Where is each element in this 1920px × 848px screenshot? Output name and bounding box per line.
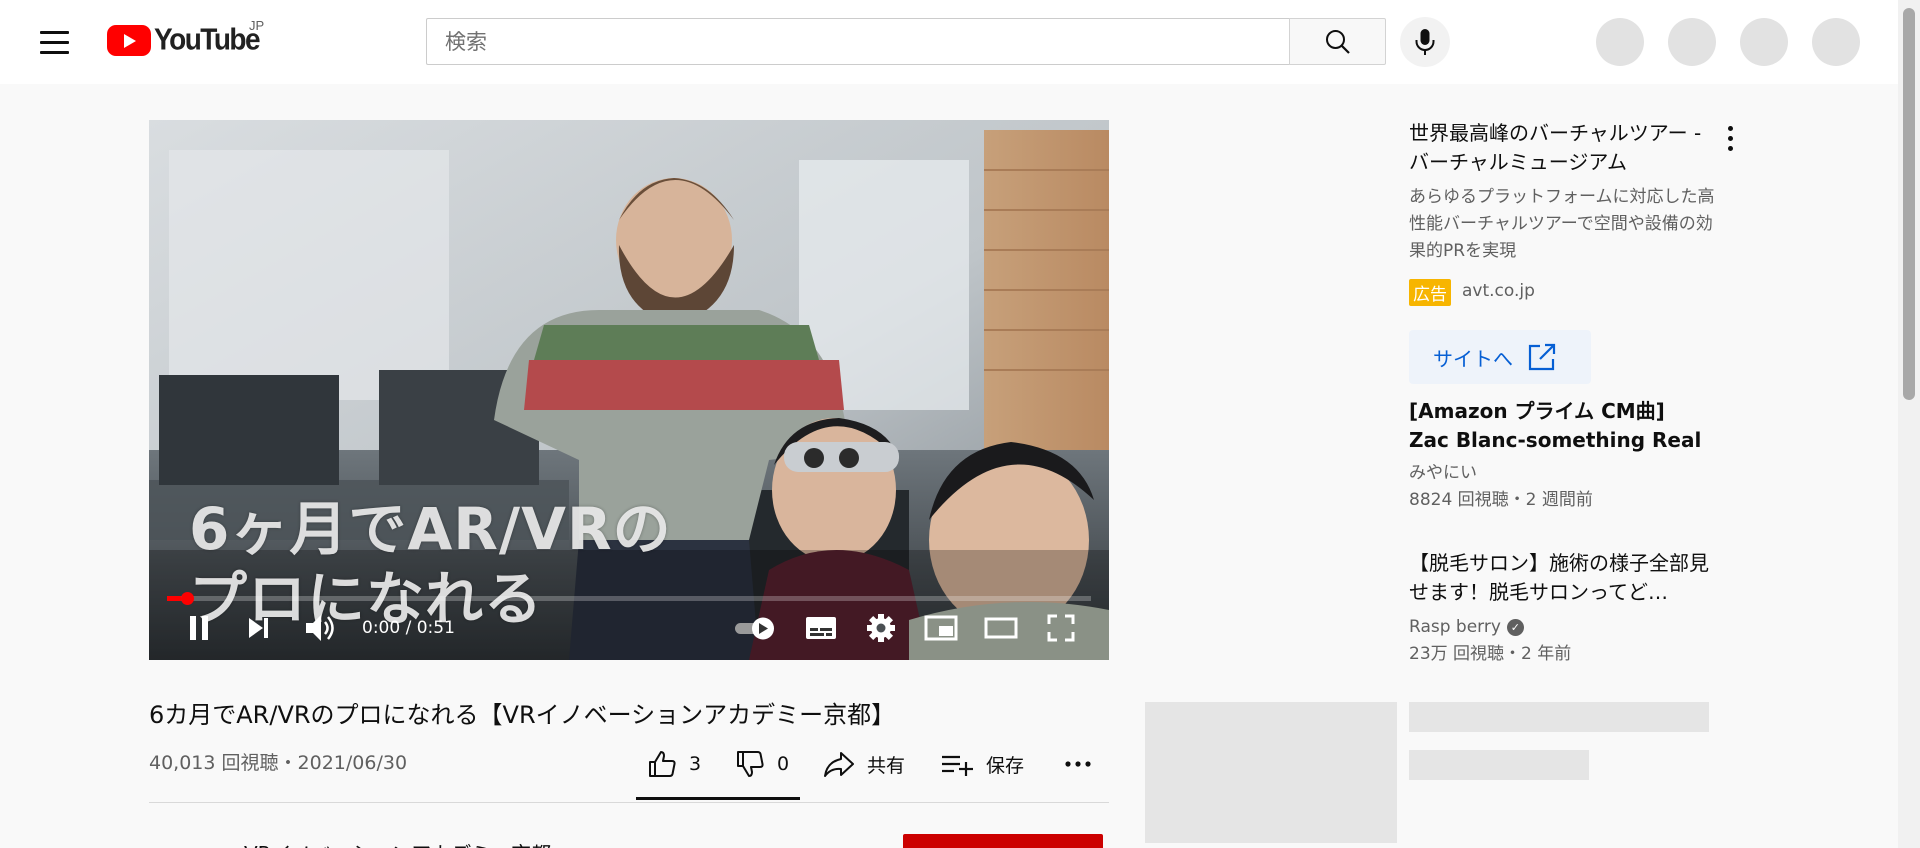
country-code: JP bbox=[249, 18, 265, 33]
settings-icon bbox=[867, 614, 895, 642]
video-player[interactable]: 6ヶ月でAR/VRの プロになれる 0:00 / 0:51 bbox=[149, 120, 1109, 660]
share-icon bbox=[824, 752, 854, 777]
dislike-count: 0 bbox=[777, 753, 790, 775]
title-skeleton bbox=[1409, 702, 1709, 732]
subtitles-button[interactable] bbox=[799, 606, 843, 650]
save-icon bbox=[942, 755, 973, 776]
progress-bar[interactable] bbox=[167, 592, 1091, 605]
dislike-button[interactable]: 0 bbox=[735, 744, 789, 784]
volume-icon bbox=[306, 615, 334, 641]
logo-text: YouTube bbox=[154, 22, 261, 57]
kebab-icon[interactable] bbox=[1718, 122, 1742, 154]
theater-mode-button[interactable] bbox=[979, 606, 1023, 650]
page-scrollbar[interactable] bbox=[1898, 0, 1920, 848]
header-action-placeholder[interactable] bbox=[1596, 18, 1644, 66]
like-sentiment-bar bbox=[636, 797, 800, 800]
fullscreen-icon bbox=[1047, 614, 1075, 642]
view-count-date: 40,013 回視聴・2021/06/30 bbox=[149, 752, 408, 774]
miniplayer-icon bbox=[924, 615, 958, 641]
autoplay-toggle[interactable] bbox=[731, 606, 779, 650]
save-label: 保存 bbox=[986, 754, 1025, 777]
search-input[interactable] bbox=[426, 18, 1290, 65]
header-action-placeholder[interactable] bbox=[1740, 18, 1788, 66]
thumbnail-skeleton bbox=[1145, 702, 1397, 843]
time-display: 0:00 / 0:51 bbox=[362, 618, 455, 638]
share-label: 共有 bbox=[867, 754, 906, 777]
more-icon bbox=[1065, 761, 1091, 767]
like-icon bbox=[649, 751, 676, 777]
visit-site-label: サイトへ bbox=[1433, 346, 1513, 371]
next-icon bbox=[249, 618, 268, 638]
youtube-logo[interactable]: YouTube bbox=[107, 22, 261, 57]
related-video-meta: 8824 回視聴・2 週間前 bbox=[1409, 490, 1593, 510]
divider bbox=[149, 802, 1109, 803]
search-icon bbox=[1325, 29, 1350, 54]
ad-description: あらゆるプラットフォームに対応した高性能バーチャルツアーで空間や設備の効果的PR… bbox=[1409, 187, 1715, 261]
like-button[interactable]: 3 bbox=[647, 744, 701, 784]
verified-icon: ✓ bbox=[1506, 618, 1524, 636]
visit-site-button[interactable]: サイトへ bbox=[1409, 330, 1591, 384]
related-video-title[interactable]: 【脱毛サロン】施術の様子全部見せます！脱毛サロンってど… bbox=[1409, 549, 1719, 607]
related-video-title[interactable]: [Amazon プライム CM曲] Zac Blanc-something Re… bbox=[1409, 397, 1719, 455]
progress-scrubber[interactable] bbox=[181, 592, 194, 605]
miniplayer-button[interactable] bbox=[919, 606, 963, 650]
related-video-channel[interactable]: みやにい bbox=[1409, 460, 1477, 487]
share-button[interactable]: 共有 bbox=[823, 744, 905, 784]
progress-fill bbox=[167, 596, 181, 601]
youtube-logo-icon bbox=[107, 24, 151, 56]
ad-domain: avt.co.jp bbox=[1462, 281, 1535, 301]
settings-button[interactable] bbox=[859, 606, 903, 650]
meta-skeleton bbox=[1409, 750, 1589, 780]
menu-icon[interactable] bbox=[30, 22, 78, 62]
related-video-meta: 23万 回視聴・2 年前 bbox=[1409, 644, 1572, 664]
ad-badge: 広告 bbox=[1409, 279, 1451, 306]
voice-search-button[interactable] bbox=[1400, 17, 1450, 67]
autoplay-toggle-icon bbox=[735, 617, 774, 640]
subscribe-button[interactable] bbox=[903, 834, 1103, 848]
ad-title[interactable]: 世界最高峰のバーチャルツアー - バーチャルミュージアム bbox=[1409, 119, 1719, 177]
masthead: YouTube JP bbox=[0, 0, 1898, 84]
pause-icon bbox=[190, 616, 208, 640]
search-button[interactable] bbox=[1289, 18, 1386, 65]
channel-name[interactable]: VRイノベーションアカデミー京都 bbox=[244, 838, 551, 848]
scrollbar-thumb[interactable] bbox=[1903, 8, 1915, 400]
external-link-icon bbox=[1528, 343, 1556, 371]
next-button[interactable] bbox=[239, 606, 279, 650]
save-button[interactable]: 保存 bbox=[940, 744, 1024, 784]
theater-icon bbox=[984, 617, 1018, 639]
subtitles-icon bbox=[806, 617, 836, 639]
header-action-placeholder[interactable] bbox=[1668, 18, 1716, 66]
fullscreen-button[interactable] bbox=[1039, 606, 1083, 650]
related-video-channel-row: Rasp berry ✓ bbox=[1409, 614, 1524, 641]
more-actions-button[interactable] bbox=[1064, 744, 1092, 784]
like-count: 3 bbox=[689, 753, 702, 775]
video-title: 6カ月でAR/VRのプロになれる【VRイノベーションアカデミー京都】 bbox=[149, 701, 896, 729]
page: YouTube JP 検索 6ヶ月でAR/VRの プロになれる 0:00 / 0… bbox=[0, 0, 1920, 848]
dislike-icon bbox=[737, 751, 764, 777]
avatar-placeholder[interactable] bbox=[1812, 18, 1860, 66]
related-video-channel[interactable]: Rasp berry bbox=[1409, 617, 1501, 637]
pause-button[interactable] bbox=[177, 606, 221, 650]
mic-icon bbox=[1415, 29, 1435, 55]
volume-button[interactable] bbox=[299, 606, 343, 650]
